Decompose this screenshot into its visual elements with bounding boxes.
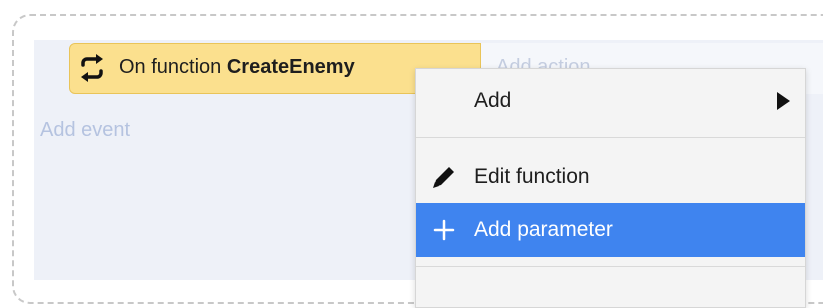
menu-separator: [416, 137, 805, 138]
menu-item-add-label: Add: [474, 89, 512, 112]
function-name: CreateEnemy: [226, 56, 355, 78]
menu-separator: [416, 266, 805, 267]
menu-item-add[interactable]: Add: [416, 74, 805, 128]
menu-item-edit-function-label: Edit function: [474, 165, 590, 188]
menu-item-edit-function[interactable]: Edit function: [416, 150, 805, 204]
submenu-arrow-icon: [777, 92, 790, 110]
plus-icon: [433, 219, 455, 241]
repeat-arrows-icon: [81, 54, 103, 82]
menu-item-add-parameter-label: Add parameter: [474, 218, 613, 241]
event-title: On function CreateEnemy: [119, 56, 355, 79]
event-prefix: On function: [119, 56, 227, 78]
pencil-icon: [433, 167, 454, 188]
add-event-link[interactable]: Add event: [40, 119, 130, 142]
menu-item-add-parameter[interactable]: Add parameter: [416, 203, 805, 257]
